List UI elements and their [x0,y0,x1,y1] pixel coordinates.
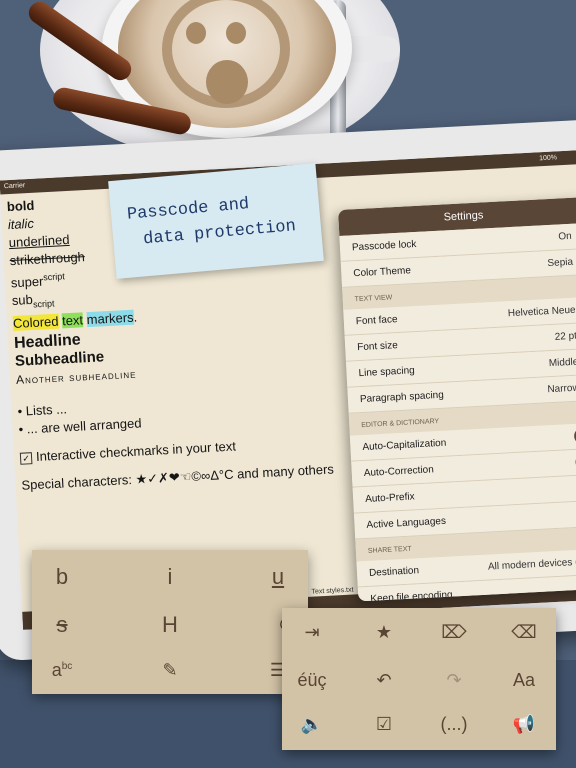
list-item-text: Lists ... [25,401,68,419]
redo-icon[interactable]: ↷ [424,670,484,691]
subscript-base: sub [11,292,34,309]
sticky-note: Passcode and data protection [108,163,324,279]
delete-icon[interactable]: ⌫ [494,622,554,643]
superscript-key[interactable]: abc [32,660,92,681]
settings-label: Auto-Capitalization [362,437,447,454]
superscript-text: script [42,271,65,283]
checkbox-icon[interactable]: ☑ [354,714,414,735]
settings-label: Auto-Prefix [364,491,415,505]
settings-value: Middle [548,356,576,370]
period: . [133,309,138,325]
settings-popover: Settings Passcode lock On › Color Theme … [338,196,576,602]
bold-key[interactable]: b [32,564,92,590]
carrier-label: Carrier [3,182,26,191]
settings-value: 22 pt [554,330,576,343]
superscript-key-base: a [51,660,62,680]
headline-key[interactable]: H [140,612,200,638]
checkmark-text: Interactive checkmarks in your text [35,438,237,464]
superscript-key-sup: bc [61,661,73,672]
undo-icon[interactable]: ↶ [354,670,414,691]
settings-value: Helvetica Neue [507,304,576,320]
latte-art-mouth [206,60,248,104]
settings-label: Destination [368,565,420,579]
settings-label: Auto-Correction [363,464,435,480]
star-icon[interactable]: ★ [354,622,414,643]
font-key[interactable]: Aa [494,670,554,691]
marker-green: text [61,312,84,329]
brackets-key[interactable]: (...) [424,714,484,735]
note-line-1: Passcode and [126,195,250,225]
settings-value: Narrow [547,382,576,396]
delete-forward-icon[interactable]: ⌦ [424,622,484,643]
settings-label: Font face [355,314,398,328]
underline-key[interactable]: u [248,564,308,590]
list-item-text: ... are well arranged [26,415,142,437]
settings-value: All modern devices (UTF-8 [487,555,576,573]
settings-label: Font size [356,340,399,354]
settings-value: Sepia [547,256,574,270]
extras-keyboard-panel: ⇥ ★ ⌦ ⌫ éüç ↶ ↷ Aa 🔈 ☑ (...) 📢 [282,608,556,750]
italic-key[interactable]: i [140,564,200,590]
checkbox-icon[interactable]: ✓ [19,452,33,465]
speaker-icon[interactable]: 🔈 [282,714,342,735]
special-characters-key[interactable]: éüç [282,670,342,691]
tab-icon[interactable]: ⇥ [282,622,342,643]
megaphone-icon[interactable]: 📢 [494,714,554,735]
latte-art-eye [226,22,246,44]
settings-label: Line spacing [358,365,415,380]
battery-label: 100% [538,154,558,163]
settings-label: Color Theme [353,265,412,280]
note-line-2: data protection [142,217,297,250]
brush-icon[interactable]: ✎ [140,660,200,681]
latte-art-eye [186,22,206,44]
format-keyboard-panel: b i u s H ⊘ abc ✎ ☰ [32,550,308,694]
marker-yellow: Colored [12,313,59,331]
superscript-base: super [10,273,44,291]
marker-blue: markers [86,309,134,328]
settings-label: Passcode lock [351,238,417,254]
strikethrough-key[interactable]: s [32,612,92,638]
settings-label: Paragraph spacing [359,389,445,406]
settings-label: Active Languages [366,515,447,531]
settings-value: On [558,230,572,243]
subscript-text: script [32,298,55,310]
